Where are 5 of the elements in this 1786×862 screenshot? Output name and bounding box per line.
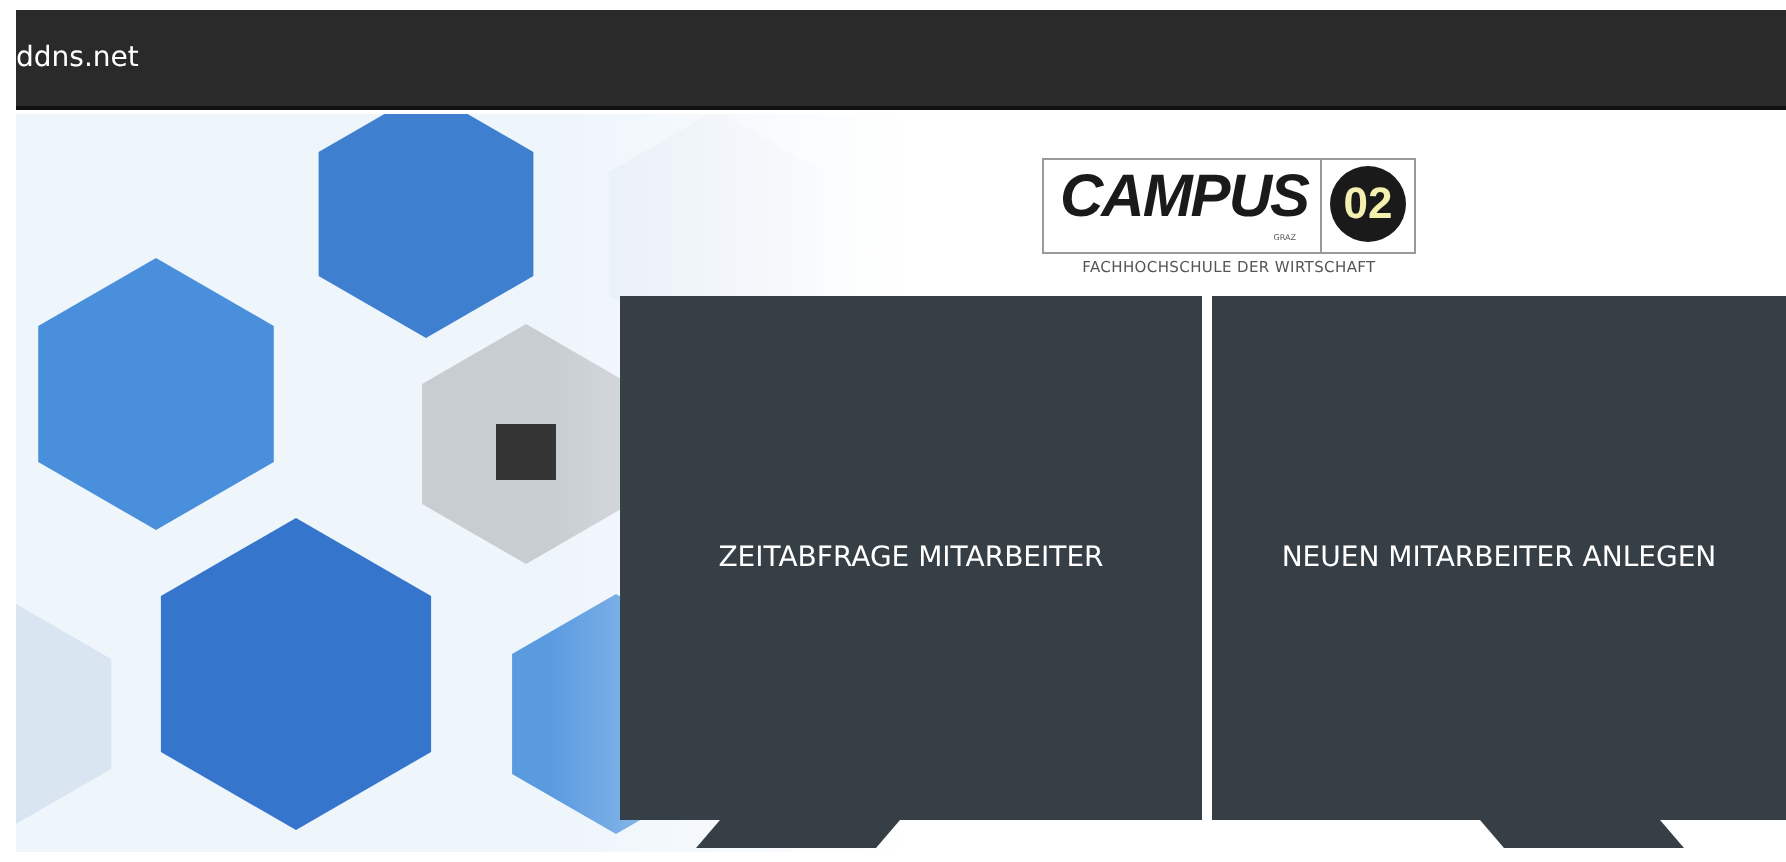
logo-number: 02	[1330, 166, 1406, 242]
site-title: ddns.net	[16, 42, 139, 74]
menu-tile[interactable]: ZEITABFRAGE MITARBEITER	[620, 296, 1202, 820]
logo-name: CAMPUS	[1059, 164, 1308, 232]
menu-tile[interactable]: NEUEN MITARBEITER ANLEGEN	[1212, 296, 1786, 820]
